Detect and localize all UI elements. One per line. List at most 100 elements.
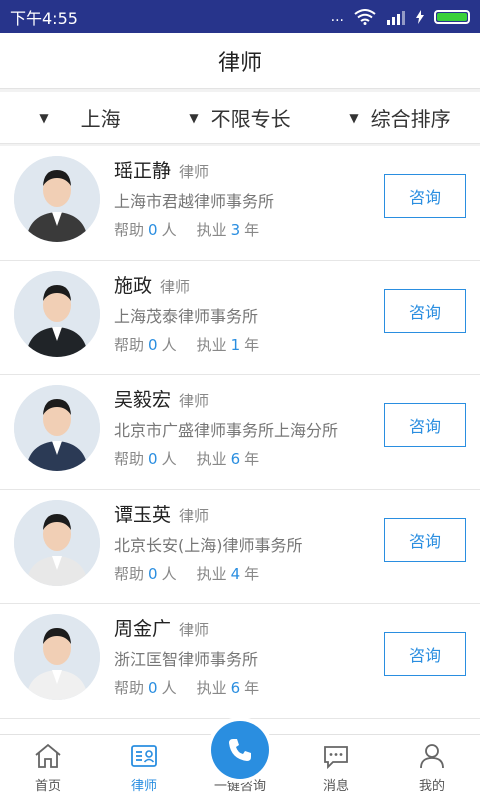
help-stat: 帮助 0 人 [114,334,177,355]
battery-icon [434,9,470,24]
lawyer-firm: 浙江匡智律师事务所 [114,650,259,669]
avatar-portrait-icon [14,385,100,471]
practice-prefix: 执业 [196,450,227,468]
caret-down-icon: ▼ [349,110,359,125]
lawyer-list-item[interactable]: 谭玉英 律师 北京长安(上海)律师事务所 帮助 0 人 执业 4 年 咨询 [0,489,480,604]
practice-stat: 执业 6 年 [197,448,260,469]
help-count: 0 [148,679,158,697]
battery-level [437,12,467,21]
more-dots-icon: ... [330,8,344,25]
lawyer-name: 周金广 [114,618,172,640]
status-bar: 下午4:55 ... [0,0,480,33]
lawyer-stats: 帮助 0 人 执业 6 年 [114,677,259,698]
help-prefix: 帮助 [114,679,145,697]
page-title: 律师 [217,50,262,76]
avatar-portrait-icon [14,614,100,700]
practice-years: 1 [230,335,241,354]
consult-button[interactable]: 咨询 [384,517,466,562]
help-prefix: 帮助 [114,564,145,583]
home-icon [35,743,61,768]
consult-button[interactable]: 咨询 [384,403,466,447]
practice-years: 3 [230,221,241,239]
practice-unit: 年 [244,450,260,468]
help-count: 0 [148,221,158,239]
consult-button[interactable]: 咨询 [384,174,466,218]
lawyer-card-icon [131,745,157,767]
consult-button[interactable]: 咨询 [384,288,466,333]
filter-city-label: 上海 [80,107,121,131]
practice-years: 6 [230,679,241,697]
quick-consult-button[interactable] [211,721,269,779]
practice-unit: 年 [244,221,260,239]
help-count: 0 [148,564,158,583]
tab-lawyer[interactable]: 律师 [96,735,192,800]
lawyer-avatar[interactable] [14,156,100,242]
tab-quick-consult[interactable]: 一键咨询 [192,721,288,800]
filter-city[interactable]: ▼ 上海 [0,103,160,132]
person-icon [420,744,444,769]
chat-bubble-icon [324,746,348,770]
lawyer-name: 瑶正静 [114,160,172,182]
bottom-tab-bar: 首页 律师 一键咨询 消息 我的 [0,721,480,800]
lawyer-firm: 上海市君越律师事务所 [114,192,275,211]
help-unit: 人 [161,221,177,239]
lawyer-avatar[interactable] [14,499,100,586]
lawyer-avatar[interactable] [14,385,100,471]
lawyer-role: 律师 [179,506,210,525]
help-stat: 帮助 0 人 [114,219,177,240]
lawyer-firm: 北京长安(上海)律师事务所 [114,535,303,555]
help-unit: 人 [161,564,177,583]
filter-sort[interactable]: ▼ 综合排序 [320,103,480,132]
phone-icon [229,739,251,761]
lawyer-name-row: 谭玉英 律师 [114,500,209,527]
tab-me[interactable]: 我的 [384,735,480,800]
lawyer-list-item[interactable]: 吴毅宏 律师 北京市广盛律师事务所上海分所 帮助 0 人 执业 6 年 咨询 [0,375,480,490]
lawyer-name-row: 周金广 律师 [114,614,209,641]
charging-icon [416,9,424,24]
lawyer-list-item[interactable]: 周金广 律师 浙江匡智律师事务所 帮助 0 人 执业 6 年 咨询 [0,604,480,719]
help-prefix: 帮助 [114,450,145,468]
lawyer-avatar[interactable] [14,614,100,700]
filter-specialty-label: 不限专长 [210,107,291,131]
wifi-icon [354,8,376,25]
help-stat: 帮助 0 人 [114,677,177,698]
lawyer-firm: 上海茂泰律师事务所 [114,306,259,326]
lawyer-role: 律师 [160,277,191,296]
help-unit: 人 [161,450,177,468]
tab-home-label: 首页 [34,779,61,794]
lawyer-list-item[interactable]: 瑶正静 律师 上海市君越律师事务所 帮助 0 人 执业 3 年 咨询 [0,146,480,261]
practice-stat: 执业 4 年 [197,563,260,584]
status-icons: ... [331,9,470,25]
help-unit: 人 [161,335,177,354]
lawyer-avatar[interactable] [14,270,100,357]
lawyer-stats: 帮助 0 人 执业 6 年 [114,448,259,469]
lawyer-role: 律师 [179,163,210,181]
lawyer-list[interactable]: 瑶正静 律师 上海市君越律师事务所 帮助0人 执业3年 咨询 施政 律师 [0,146,480,734]
avatar-portrait-icon [14,270,100,357]
practice-unit: 年 [244,335,260,354]
caret-down-icon: ▼ [189,110,199,125]
lawyer-role: 律师 [179,392,210,410]
lawyer-firm: 北京市广盛律师事务所上海分所 [114,421,339,440]
consult-button[interactable]: 咨询 [384,632,466,676]
practice-unit: 年 [244,679,260,697]
filter-bar: ▼ 上海 ▼ 不限专长 ▼ 综合排序 [0,92,480,144]
lawyer-name-row: 瑶正静 律师 [114,156,209,183]
tab-home[interactable]: 首页 [0,735,96,800]
tab-messages[interactable]: 消息 [288,735,384,800]
status-time: 下午4:55 [10,8,78,28]
filter-sort-label: 综合排序 [370,107,451,131]
practice-unit: 年 [244,564,260,583]
tab-me-label: 我的 [418,779,445,794]
lawyer-list-item[interactable]: 施政 律师 上海茂泰律师事务所 帮助 0 人 执业 1 年 咨询 [0,260,480,375]
practice-prefix: 执业 [196,679,227,697]
lawyer-name: 谭玉英 [114,503,172,526]
filter-specialty[interactable]: ▼ 不限专长 [160,103,320,132]
practice-prefix: 执业 [196,221,227,239]
lawyer-name: 施政 [114,274,153,297]
tab-lawyer-label: 律师 [130,779,157,794]
avatar-portrait-icon [14,156,100,242]
avatar-portrait-icon [14,499,100,586]
help-unit: 人 [161,679,177,697]
lawyer-name: 吴毅宏 [114,389,172,411]
